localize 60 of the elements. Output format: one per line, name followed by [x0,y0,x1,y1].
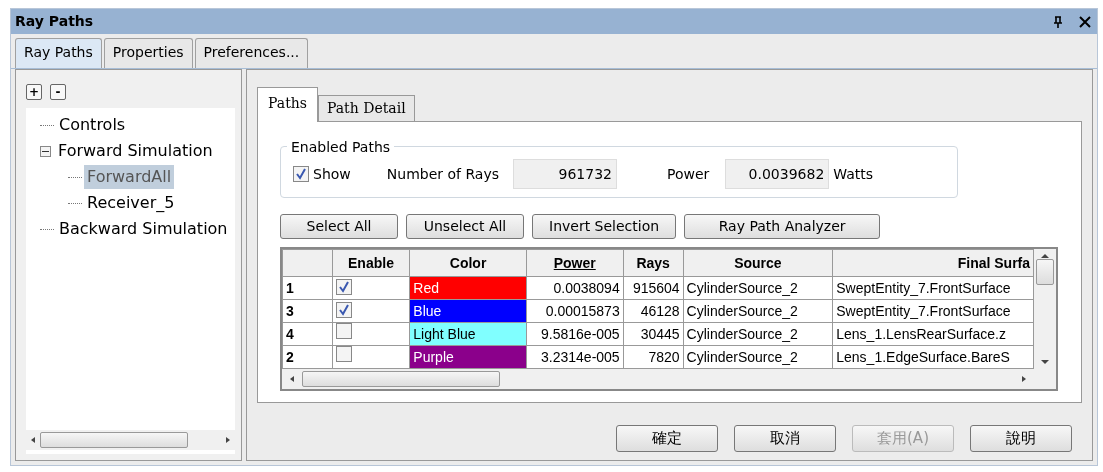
pin-icon[interactable] [1053,15,1063,28]
tree-item[interactable]: ForwardAll [84,165,175,189]
color-cell[interactable]: Purple [409,345,527,369]
tree-item[interactable]: Controls [56,113,129,137]
close-icon[interactable] [1079,15,1091,28]
window-title: Ray Paths [15,12,94,31]
source-cell: CylinderSource_2 [683,322,833,346]
collapse-all-button[interactable]: - [50,84,66,100]
column-header[interactable]: Rays [623,249,684,277]
action-button[interactable]: Select All [280,214,398,239]
tree-item[interactable]: Forward Simulation [55,139,216,163]
power-label: Power [667,164,710,184]
column-header[interactable]: Color [409,249,527,277]
tab[interactable]: Preferences... [194,38,309,68]
color-cell[interactable]: Light Blue [409,322,527,346]
tab[interactable]: Ray Paths [15,38,102,69]
scroll-thumb[interactable] [302,371,500,387]
unit-label: Watts [833,164,874,184]
scroll-down-icon[interactable] [1040,359,1051,365]
rays-field: 961732 [513,159,617,189]
rays-label: Number of Rays [386,164,499,184]
column-header[interactable]: Power [526,249,624,277]
collapse-icon[interactable] [40,145,51,157]
tab[interactable]: Path Detail [317,95,415,121]
tab[interactable]: Properties [103,38,193,68]
surface-cell: SweptEntity_7.FrontSurface [832,276,1034,300]
scroll-thumb[interactable] [1036,259,1055,285]
source-cell: CylinderSource_2 [683,345,833,369]
color-cell[interactable]: Blue [409,299,527,323]
surface-cell: Lens_1.LensRearSurface.z [832,322,1034,346]
dialog-button[interactable]: 說明 [970,425,1072,452]
column-header[interactable]: Enable [332,249,410,277]
action-button[interactable]: Invert Selection [532,214,677,239]
action-button[interactable]: Unselect All [406,214,524,239]
column-header[interactable]: Source [683,249,833,277]
dialog-button[interactable]: 取消 [734,425,836,452]
scroll-thumb[interactable] [40,432,188,448]
power-field: 0.0039682 [725,159,830,189]
enable-checkbox[interactable] [335,301,352,318]
source-cell: CylinderSource_2 [683,299,833,323]
row-number: 2 [282,345,333,369]
enable-checkbox[interactable] [335,323,352,339]
surface-cell: Lens_1.EdgeSurface.BareS [832,345,1034,369]
tree-item[interactable]: Backward Simulation [56,217,231,241]
row-number: 4 [282,322,333,346]
column-header[interactable]: Final Surfa [832,249,1034,277]
color-cell[interactable]: Red [409,276,527,300]
show-label: Show [313,164,351,184]
enable-checkbox[interactable] [335,346,352,362]
row-number: 3 [282,299,333,323]
enable-checkbox[interactable] [335,278,352,295]
show-checkbox[interactable] [293,166,309,182]
row-number: 1 [282,276,333,300]
tab[interactable]: Paths [257,87,318,122]
surface-cell: SweptEntity_7.FrontSurface [832,299,1034,323]
expand-all-button[interactable]: + [26,84,42,100]
dialog-button[interactable]: 確定 [616,425,718,452]
action-button[interactable]: Ray Path Analyzer [684,214,881,239]
tree-item[interactable]: Receiver_5 [84,191,178,215]
source-cell: CylinderSource_2 [683,276,833,300]
